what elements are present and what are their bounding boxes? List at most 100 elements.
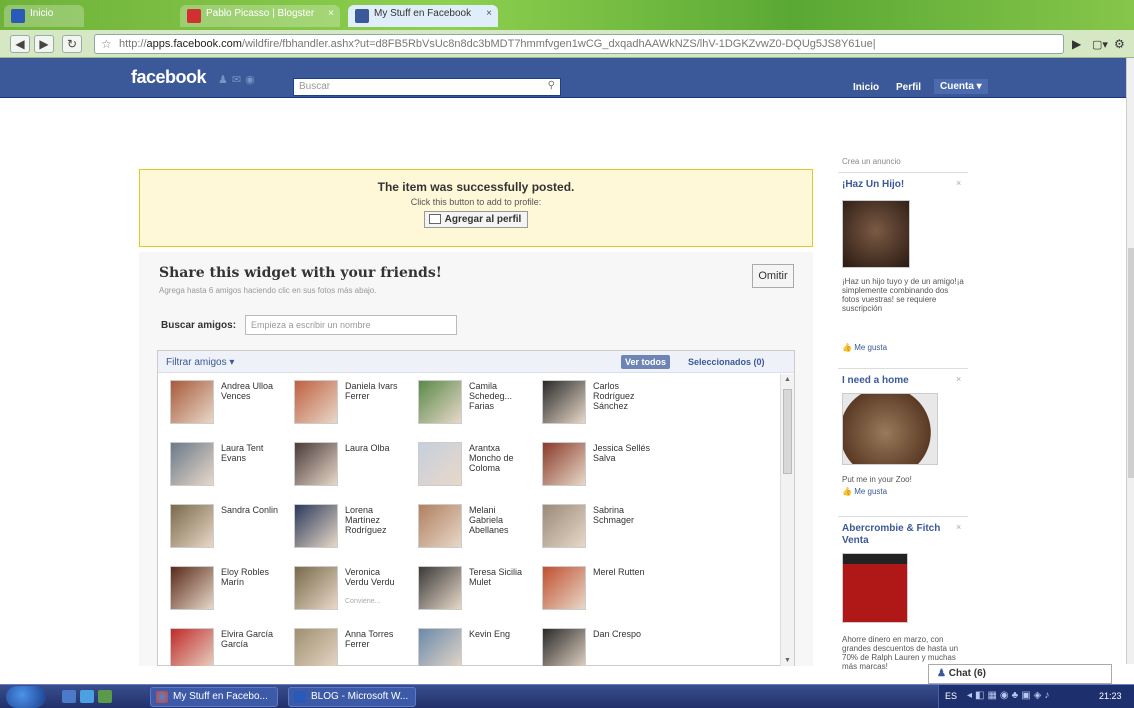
friend-item[interactable]: Kevin Eng (406, 622, 530, 666)
scroll-up-icon[interactable]: ▲ (784, 376, 791, 383)
search-icon[interactable]: ⚲ (548, 80, 555, 91)
friend-item[interactable]: Dan Crespo (530, 622, 654, 666)
friend-item[interactable]: Laura Tent Evans (158, 436, 282, 496)
friend-photo[interactable] (418, 442, 462, 486)
tab-inicio[interactable]: Inicio (4, 5, 84, 27)
page-menu-icon[interactable]: ▢▾ (1092, 38, 1108, 51)
friend-photo[interactable] (170, 566, 214, 610)
facebook-logo[interactable]: facebook (131, 67, 207, 88)
tab-blogster[interactable]: Pablo Picasso | Blogster × (180, 5, 340, 27)
friend-name: Merel Rutten (593, 567, 645, 577)
like-link[interactable]: 👍 Me gusta (842, 343, 887, 352)
close-icon[interactable]: × (328, 8, 334, 19)
friend-photo[interactable] (294, 380, 338, 424)
friend-item[interactable]: Teresa Sicilia Mulet (406, 560, 530, 620)
friend-photo[interactable] (294, 504, 338, 548)
friend-name: Anna Torres Ferrer (345, 629, 394, 649)
add-to-profile-button[interactable]: Agregar al perfil (423, 211, 529, 228)
friends-scrollbar[interactable]: ▲ ▼ (780, 374, 794, 666)
friend-photo[interactable] (542, 566, 586, 610)
friend-photo[interactable] (542, 504, 586, 548)
filter-friends-dropdown[interactable]: Filtrar amigos ▾ (166, 357, 234, 368)
explorer-icon[interactable] (80, 690, 94, 703)
friend-photo[interactable] (418, 566, 462, 610)
friend-photo[interactable] (294, 442, 338, 486)
create-ad-link[interactable]: Crea un anuncio (842, 157, 901, 166)
scrollbar-thumb[interactable] (783, 389, 792, 474)
friend-item[interactable]: Arantxa Moncho de Coloma (406, 436, 530, 496)
friend-item[interactable]: Sandra Conlin (158, 498, 282, 558)
friend-photo[interactable] (542, 628, 586, 666)
ad-title[interactable]: I need a home (842, 375, 952, 387)
friend-item[interactable]: Elvira García García (158, 622, 282, 666)
close-icon[interactable]: × (486, 8, 492, 19)
friend-item[interactable]: Andrea Ulloa Vences (158, 374, 282, 434)
ad-title[interactable]: Abercrombie & Fitch Venta (842, 523, 952, 547)
nav-cuenta[interactable]: Cuenta ▾ (934, 79, 988, 94)
friend-photo[interactable] (170, 442, 214, 486)
friend-photo[interactable] (170, 380, 214, 424)
ad-haz-un-hijo[interactable]: ¡Haz Un Hijo! × ¡Haz un hijo tuyo y de u… (838, 172, 968, 357)
notification-icons[interactable]: ♟✉◉ (218, 73, 259, 86)
friend-photo[interactable] (542, 442, 586, 486)
friend-item[interactable]: Eloy Robles Marín (158, 560, 282, 620)
close-icon[interactable]: × (956, 522, 961, 532)
friend-item[interactable]: Veronica Verdu Verdu Conviene... (282, 560, 406, 620)
friend-item[interactable]: Jessica Sellés Salva (530, 436, 654, 496)
nav-inicio[interactable]: Inicio (853, 82, 879, 93)
friend-item[interactable]: Lorena Martínez Rodríguez (282, 498, 406, 558)
ad-title[interactable]: ¡Haz Un Hijo! (842, 179, 952, 191)
friend-item[interactable]: Carlos Rodríguez Sánchez (530, 374, 654, 434)
ad-i-need-a-home[interactable]: I need a home × Put me in your Zoo! 👍 Me… (838, 368, 968, 506)
ad-abercrombie[interactable]: Abercrombie & Fitch Venta × Ahorre diner… (838, 516, 968, 676)
scrollbar-thumb[interactable] (1128, 248, 1134, 478)
media-icon[interactable] (98, 690, 112, 703)
clock[interactable]: 21:23 (1099, 691, 1122, 701)
friend-photo[interactable] (542, 380, 586, 424)
like-link[interactable]: 👍 Me gusta (842, 487, 887, 496)
close-icon[interactable]: × (956, 374, 961, 384)
start-button[interactable] (6, 686, 46, 708)
taskbar-item-word[interactable]: BLOG - Microsoft W... (288, 687, 416, 707)
nav-perfil[interactable]: Perfil (896, 82, 921, 93)
friend-photo[interactable] (294, 566, 338, 610)
friend-item[interactable]: Daniela Ivars Ferrer (282, 374, 406, 434)
chat-bar[interactable]: ♟ Chat (6) (928, 664, 1112, 684)
page-scrollbar[interactable] (1126, 58, 1134, 664)
ad-image[interactable] (842, 553, 908, 623)
ad-image[interactable] (842, 200, 910, 268)
back-button[interactable]: ◀ (10, 35, 30, 53)
friend-item[interactable]: Melani Gabriela Abellanes (406, 498, 530, 558)
friend-photo[interactable] (418, 380, 462, 424)
friend-photo[interactable] (418, 504, 462, 548)
friend-item[interactable]: Laura Olba (282, 436, 406, 496)
omit-button[interactable]: Omitir (752, 264, 794, 288)
wrench-icon[interactable]: ⚙ (1114, 37, 1125, 51)
scroll-down-icon[interactable]: ▼ (784, 657, 791, 664)
go-icon[interactable]: ▶ (1072, 37, 1081, 51)
forward-button[interactable]: ▶ (34, 35, 54, 53)
friend-photo[interactable] (418, 628, 462, 666)
language-indicator[interactable]: ES (945, 691, 957, 701)
close-icon[interactable]: × (956, 178, 961, 188)
selected-tab[interactable]: Seleccionados (0) (688, 357, 765, 367)
profile-icon (428, 214, 441, 225)
friend-item[interactable]: Sabrina Schmager (530, 498, 654, 558)
reload-button[interactable]: ↻ (62, 35, 82, 53)
address-bar[interactable]: ☆ http://apps.facebook.com/wildfire/fbha… (94, 34, 1064, 54)
see-all-tab[interactable]: Ver todos (621, 355, 671, 369)
friend-photo[interactable] (170, 504, 214, 548)
show-desktop-icon[interactable] (62, 690, 76, 703)
star-icon[interactable]: ☆ (101, 37, 112, 51)
facebook-search-input[interactable]: Buscar ⚲ (293, 78, 561, 96)
friend-item[interactable]: Anna Torres Ferrer (282, 622, 406, 666)
search-friends-input[interactable]: Empieza a escribir un nombre (245, 315, 457, 335)
ad-image[interactable] (842, 393, 938, 465)
friend-item[interactable]: Merel Rutten (530, 560, 654, 620)
friend-item[interactable]: Camila Schedeg... Farias (406, 374, 530, 434)
friend-photo[interactable] (170, 628, 214, 666)
tray-icons[interactable]: ◂◧▦◉♣▣◈♪ (967, 690, 1052, 701)
taskbar-item-chrome[interactable]: My Stuff en Facebo... (150, 687, 278, 707)
friend-photo[interactable] (294, 628, 338, 666)
tab-mystuff[interactable]: My Stuff en Facebook × (348, 5, 498, 27)
